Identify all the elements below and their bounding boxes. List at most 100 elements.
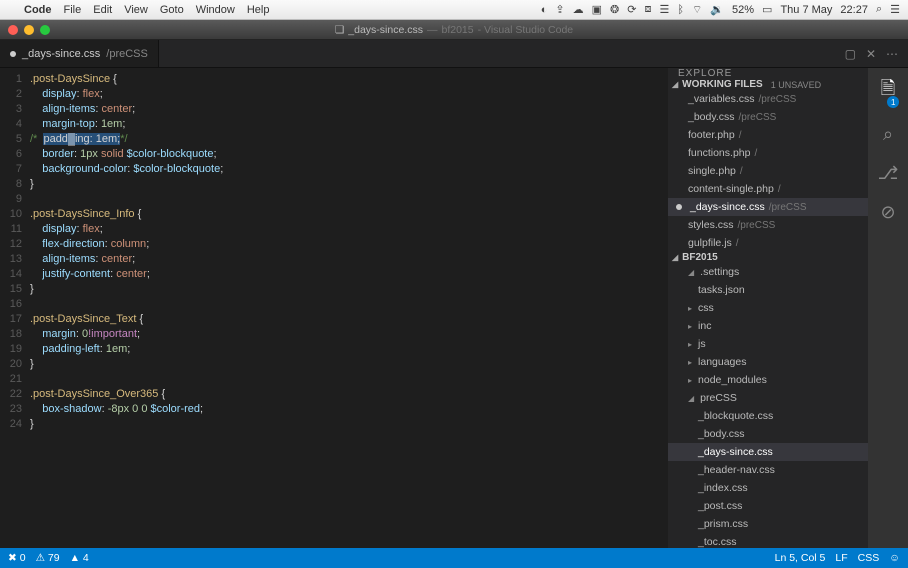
code-line[interactable]: 24} <box>0 417 668 432</box>
working-file-item[interactable]: functions.php/ <box>668 144 868 162</box>
tree-file[interactable]: _toc.css <box>668 533 868 548</box>
tree-folder[interactable]: ▸css <box>668 299 868 317</box>
working-file-item[interactable]: _variables.css/preCSS <box>668 90 868 108</box>
search-icon[interactable]: ⌕ <box>883 124 893 145</box>
volume-icon[interactable]: 🔉 <box>710 3 724 16</box>
code-line[interactable]: 20} <box>0 357 668 372</box>
working-file-item[interactable]: content-single.php/ <box>668 180 868 198</box>
tree-label: _index.css <box>698 482 748 494</box>
code-line[interactable]: 18 margin: 0!important; <box>0 327 668 342</box>
status-errors[interactable]: ✖ 0 <box>8 552 26 564</box>
working-file-item[interactable]: styles.css/preCSS <box>668 216 868 234</box>
project-header[interactable]: ◢ BF2015 <box>668 252 868 263</box>
status-icon[interactable]: ☰ <box>659 3 669 16</box>
code-line[interactable]: 15} <box>0 282 668 297</box>
menu-app[interactable]: Code <box>24 4 52 16</box>
code-line[interactable]: 19 padding-left: 1em; <box>0 342 668 357</box>
menu-help[interactable]: Help <box>247 4 270 16</box>
debug-icon[interactable]: ⊘ <box>880 202 895 223</box>
working-file-item[interactable]: _body.css/preCSS <box>668 108 868 126</box>
status-eol[interactable]: LF <box>835 552 847 564</box>
battery-percent[interactable]: 52% <box>732 4 754 16</box>
code-line[interactable]: 12 flex-direction: column; <box>0 237 668 252</box>
code-line[interactable]: 2 display: flex; <box>0 87 668 102</box>
menu-goto[interactable]: Goto <box>160 4 184 16</box>
menu-file[interactable]: File <box>64 4 82 16</box>
status-warnings[interactable]: ⚠ 79 <box>36 552 60 564</box>
code-editor[interactable]: 1.post-DaysSince {2 display: flex;3 alig… <box>0 68 668 548</box>
menu-view[interactable]: View <box>124 4 148 16</box>
window-titlebar: ❏ _days-since.css — bf2015 - Visual Stud… <box>0 20 908 40</box>
split-editor-icon[interactable]: ▢ <box>845 47 856 61</box>
status-info[interactable]: ▲ 4 <box>70 552 89 564</box>
code-line[interactable]: 10.post-DaysSince_Info { <box>0 207 668 222</box>
status-icon[interactable]: ◐ <box>541 4 548 16</box>
status-cursor[interactable]: Ln 5, Col 5 <box>775 552 826 564</box>
tree-file[interactable]: _prism.css <box>668 515 868 533</box>
code-line[interactable]: 17.post-DaysSince_Text { <box>0 312 668 327</box>
tree-label: _days-since.css <box>698 446 773 458</box>
feedback-icon[interactable]: ☺ <box>889 552 900 564</box>
menu-window[interactable]: Window <box>196 4 235 16</box>
code-line[interactable]: 9 <box>0 192 668 207</box>
code-line[interactable]: 13 align-items: center; <box>0 252 668 267</box>
status-icon[interactable]: ⇪ <box>555 3 564 16</box>
code-line[interactable]: 3 align-items: center; <box>0 102 668 117</box>
status-icon[interactable]: ❂ <box>610 3 619 16</box>
close-icon[interactable] <box>8 25 18 35</box>
working-file-item[interactable]: gulpfile.js/ <box>668 234 868 252</box>
code-line[interactable]: 16 <box>0 297 668 312</box>
tab-days-since[interactable]: _days-since.css /preCSS <box>0 40 159 67</box>
more-icon[interactable]: ⋯ <box>886 47 898 61</box>
zoom-icon[interactable] <box>40 25 50 35</box>
tree-folder[interactable]: ◢.settings <box>668 263 868 281</box>
tree-folder[interactable]: ◢preCSS <box>668 389 868 407</box>
code-line[interactable]: 21 <box>0 372 668 387</box>
battery-icon[interactable]: ▭ <box>762 3 772 16</box>
code-line[interactable]: 11 display: flex; <box>0 222 668 237</box>
status-lang[interactable]: CSS <box>858 552 880 564</box>
working-file-item[interactable]: single.php/ <box>668 162 868 180</box>
code-line[interactable]: 14 justify-content: center; <box>0 267 668 282</box>
wifi-icon[interactable]: ⌔ <box>692 3 702 17</box>
status-bar: ✖ 0 ⚠ 79 ▲ 4 Ln 5, Col 5 LF CSS ☺ <box>0 548 908 568</box>
status-icon[interactable]: ☁ <box>573 3 584 16</box>
tree-folder[interactable]: ▸inc <box>668 317 868 335</box>
tree-folder[interactable]: ▸languages <box>668 353 868 371</box>
dropbox-icon[interactable]: ⧈ <box>644 3 651 16</box>
code-line[interactable]: 6 border: 1px solid $color-blockquote; <box>0 147 668 162</box>
tree-folder[interactable]: ▸node_modules <box>668 371 868 389</box>
tree-file[interactable]: _blockquote.css <box>668 407 868 425</box>
tree-file[interactable]: _days-since.css <box>668 443 868 461</box>
bluetooth-icon[interactable]: ᛒ <box>677 4 684 16</box>
code-line[interactable]: 4 margin-top: 1em; <box>0 117 668 132</box>
close-tab-icon[interactable]: ✕ <box>866 47 876 61</box>
tree-folder[interactable]: ▸js <box>668 335 868 353</box>
tree-file[interactable]: _index.css <box>668 479 868 497</box>
spotlight-icon[interactable]: ⌕ <box>876 3 882 16</box>
status-icon[interactable]: ⟳ <box>627 3 636 16</box>
working-files-header[interactable]: ◢ WORKING FILES 1 UNSAVED <box>668 79 868 90</box>
working-file-item[interactable]: footer.php/ <box>668 126 868 144</box>
code-line[interactable]: 23 box-shadow: -8px 0 0 $color-red; <box>0 402 668 417</box>
code-line[interactable]: 5/* padding: 1em;*/ <box>0 132 668 147</box>
tree-file[interactable]: _header-nav.css <box>668 461 868 479</box>
menubar-date[interactable]: Thu 7 May <box>780 4 832 16</box>
explorer-icon[interactable]: 🗎1 <box>881 76 895 106</box>
status-icon[interactable]: ▣ <box>592 3 602 16</box>
tree-file[interactable]: _post.css <box>668 497 868 515</box>
code-line[interactable]: 22.post-DaysSince_Over365 { <box>0 387 668 402</box>
tree-file[interactable]: _body.css <box>668 425 868 443</box>
minimize-icon[interactable] <box>24 25 34 35</box>
window-controls <box>8 25 50 35</box>
mac-menubar: Code File Edit View Goto Window Help ◐ ⇪… <box>0 0 908 20</box>
menubar-time[interactable]: 22:27 <box>840 4 868 16</box>
code-line[interactable]: 8} <box>0 177 668 192</box>
code-line[interactable]: 7 background-color: $color-blockquote; <box>0 162 668 177</box>
tree-file[interactable]: tasks.json <box>668 281 868 299</box>
working-file-item[interactable]: _days-since.css/preCSS <box>668 198 868 216</box>
code-line[interactable]: 1.post-DaysSince { <box>0 72 668 87</box>
git-icon[interactable]: ⎇ <box>878 163 899 184</box>
notification-icon[interactable]: ☰ <box>890 3 900 16</box>
menu-edit[interactable]: Edit <box>93 4 112 16</box>
